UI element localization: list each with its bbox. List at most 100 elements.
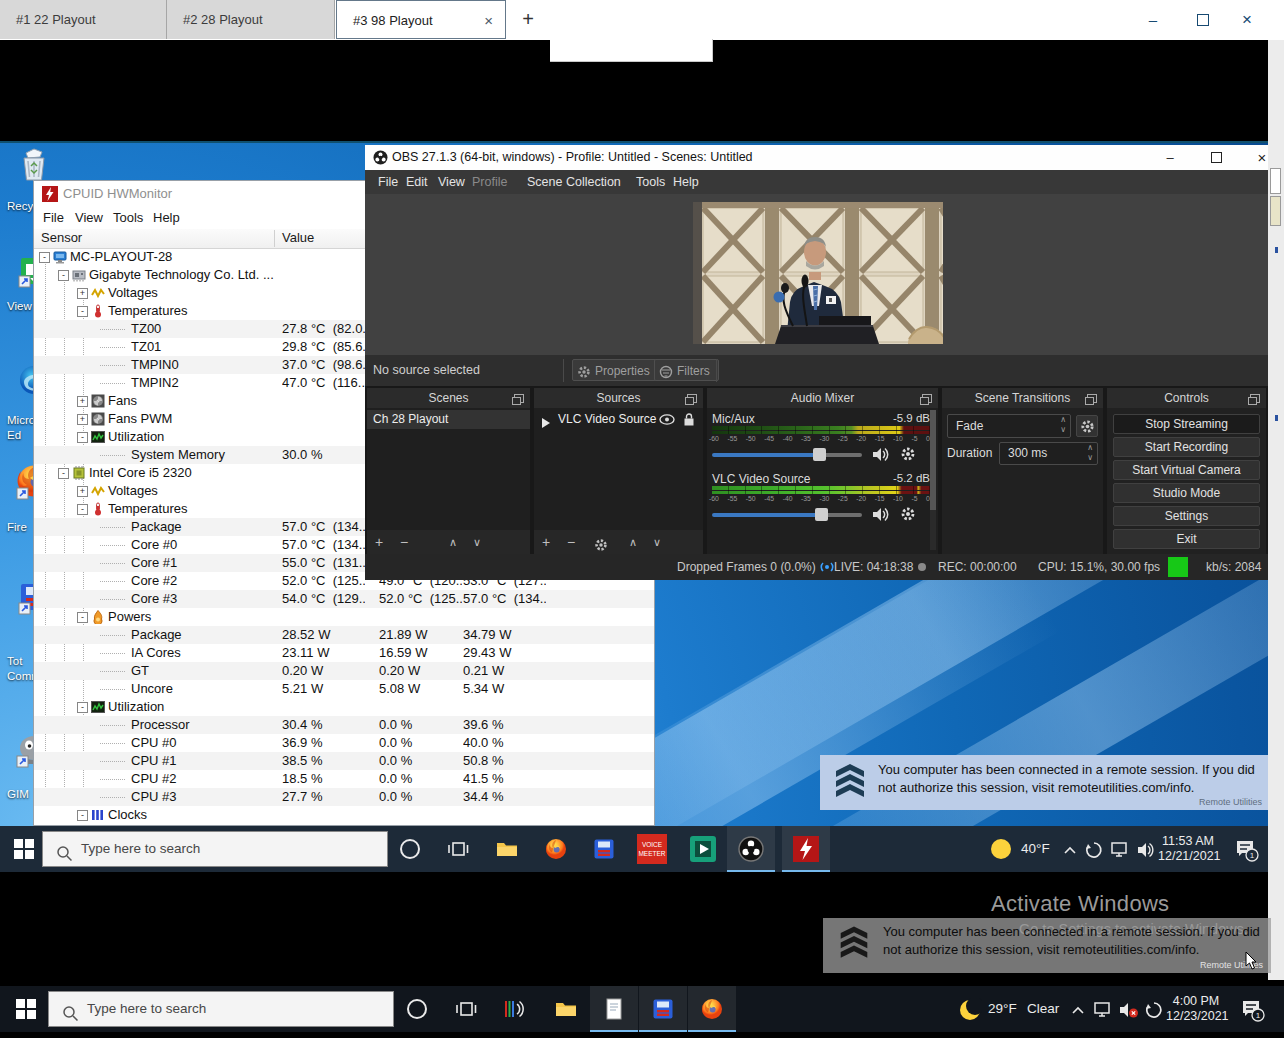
local-firefox-taskbar-icon[interactable] — [688, 986, 736, 1032]
network-tray-icon[interactable] — [1110, 841, 1130, 863]
remove-scene-button[interactable]: − — [400, 530, 408, 554]
remote-firefox-taskbar-icon[interactable] — [532, 826, 580, 872]
new-tab-button[interactable]: + — [514, 0, 542, 39]
properties-button[interactable]: Properties — [572, 359, 659, 381]
controls-dock-header[interactable]: Controls — [1107, 388, 1266, 408]
popout-icon[interactable] — [1087, 394, 1097, 403]
add-source-button[interactable]: + — [542, 530, 550, 554]
obs-close-button[interactable]: × — [1247, 145, 1277, 170]
viewer-tab-1[interactable]: #1 22 Playout — [0, 0, 167, 39]
remove-source-button[interactable]: − — [567, 530, 575, 554]
weather-temp[interactable]: 29°F — [988, 986, 1017, 1032]
expand-icon[interactable]: + — [77, 486, 88, 497]
source-up-button[interactable]: ∧ — [629, 530, 637, 554]
collapse-icon[interactable]: - — [77, 504, 88, 515]
scene-down-button[interactable]: ∨ — [473, 530, 481, 554]
window-minimize-button[interactable]: – — [1140, 0, 1166, 39]
studio-mode-button[interactable]: Studio Mode — [1113, 483, 1260, 503]
local-cortana-taskbar-icon[interactable] — [393, 986, 441, 1032]
obs-menu-file[interactable]: File — [378, 170, 398, 194]
remote-taskview-taskbar-icon[interactable] — [434, 826, 482, 872]
collapse-icon[interactable]: - — [77, 432, 88, 443]
viewer-scrollbar[interactable] — [1268, 40, 1284, 980]
popout-icon[interactable] — [687, 394, 697, 403]
spinner-up-icon[interactable]: ∧∨ — [1060, 415, 1066, 435]
collapse-icon[interactable]: - — [77, 612, 88, 623]
remote-search-box[interactable]: Type here to search — [42, 831, 388, 867]
volume-slider[interactable] — [712, 508, 862, 521]
hwmonitor-menu-tools[interactable]: Tools — [113, 207, 143, 229]
expand-icon[interactable]: + — [77, 288, 88, 299]
local-remote-session-notification[interactable]: You computer has been connected in a rem… — [823, 918, 1271, 973]
mixer-scrollbar[interactable] — [930, 410, 936, 550]
filters-button[interactable]: Filters — [654, 359, 719, 381]
play-icon[interactable] — [541, 415, 551, 434]
settings-button[interactable]: Settings — [1113, 506, 1260, 526]
collapse-icon[interactable]: - — [39, 252, 50, 263]
transition-gear-button[interactable] — [1076, 415, 1098, 437]
remote-utilities-tray-icon[interactable] — [1145, 1001, 1163, 1023]
obs-menu-tools[interactable]: Tools — [636, 170, 665, 194]
obs-menu-edit[interactable]: Edit — [406, 170, 428, 194]
collapse-icon[interactable]: - — [77, 810, 88, 821]
obs-video-preview[interactable] — [693, 202, 943, 344]
weather-moon-icon[interactable] — [958, 998, 982, 1026]
lock-icon[interactable] — [683, 413, 695, 432]
local-total-commander-taskbar-icon[interactable] — [639, 986, 687, 1032]
hwmonitor-menu-file[interactable]: File — [43, 207, 64, 229]
window-close-button[interactable]: × — [1234, 0, 1260, 39]
sources-dock-header[interactable]: Sources — [534, 388, 703, 408]
collapse-icon[interactable]: - — [77, 306, 88, 317]
column-divider[interactable] — [274, 230, 275, 247]
local-taskview-taskbar-icon[interactable] — [442, 986, 490, 1032]
viewer-tab-3[interactable]: #3 98 Playout× — [336, 0, 506, 39]
visibility-eye-icon[interactable] — [659, 413, 675, 432]
tray-chevron-up-icon[interactable] — [1070, 1003, 1086, 1021]
remote-utilities-tray-icon[interactable] — [1085, 841, 1103, 863]
remote-voicemeeter-taskbar-icon[interactable]: VOICEMEETER — [628, 826, 676, 872]
obs-menu-help[interactable]: Help — [673, 170, 699, 194]
duration-field[interactable]: 300 ms ∧∨ — [999, 442, 1098, 465]
local-notepad-taskbar-icon[interactable] — [590, 986, 638, 1032]
weather-sun-icon[interactable] — [991, 839, 1011, 859]
source-item[interactable]: VLC Video Source — [534, 410, 703, 429]
popout-icon[interactable] — [1250, 394, 1260, 403]
remote-clock[interactable]: 11:53 AM 12/21/2021 — [1158, 834, 1218, 864]
volume-slider[interactable] — [712, 448, 862, 461]
transitions-dock-header[interactable]: Scene Transitions — [942, 388, 1103, 408]
popout-icon[interactable] — [514, 394, 524, 403]
hwmonitor-menu-help[interactable]: Help — [153, 207, 180, 229]
scene-up-button[interactable]: ∧ — [449, 530, 457, 554]
local-start-button[interactable] — [2, 986, 50, 1032]
network-tray-icon[interactable] — [1093, 1001, 1113, 1023]
expand-icon[interactable]: + — [77, 414, 88, 425]
local-clock[interactable]: 4:00 PM 12/23/2021 — [1166, 994, 1226, 1024]
obs-titlebar[interactable]: OBS 27.1.3 (64-bit, windows) - Profile: … — [365, 145, 1268, 170]
scene-item[interactable]: Ch 28 Playout — [367, 410, 530, 429]
audio-mixer-dock-header[interactable]: Audio Mixer — [707, 388, 938, 408]
popout-icon[interactable] — [922, 394, 932, 403]
notification-center-icon[interactable]: 1 — [1240, 998, 1266, 1026]
weather-desc[interactable]: Clear — [1027, 986, 1059, 1032]
gear-icon[interactable] — [900, 446, 916, 466]
obs-maximize-button[interactable] — [1201, 145, 1231, 170]
obs-minimize-button[interactable]: – — [1155, 145, 1185, 170]
remote-hwmonitor-taskbar-icon[interactable] — [782, 826, 830, 872]
column-sensor[interactable]: Sensor — [41, 229, 82, 247]
notification-center-icon[interactable]: 1 — [1234, 838, 1260, 866]
speaker-icon[interactable] — [872, 446, 891, 467]
remote-start-button[interactable] — [0, 826, 48, 872]
mixer-scrollbar-thumb[interactable] — [930, 410, 936, 510]
weather-temp[interactable]: 40°F — [1021, 826, 1050, 872]
local-audio-mixer-taskbar-icon[interactable] — [490, 986, 538, 1032]
remote-obs-taskbar-icon[interactable] — [727, 826, 775, 872]
start-recording-button[interactable]: Start Recording — [1113, 437, 1260, 457]
remote-media-player-taskbar-icon[interactable] — [679, 826, 727, 872]
start-virtual-camera-button[interactable]: Start Virtual Camera — [1113, 460, 1260, 480]
transition-select[interactable]: Fade ∧∨ — [947, 414, 1071, 438]
collapse-icon[interactable]: - — [77, 702, 88, 713]
source-down-button[interactable]: ∨ — [653, 530, 661, 554]
viewer-tab-2[interactable]: #2 28 Playout — [167, 0, 335, 39]
exit-button[interactable]: Exit — [1113, 529, 1260, 549]
gear-icon[interactable] — [900, 506, 916, 526]
